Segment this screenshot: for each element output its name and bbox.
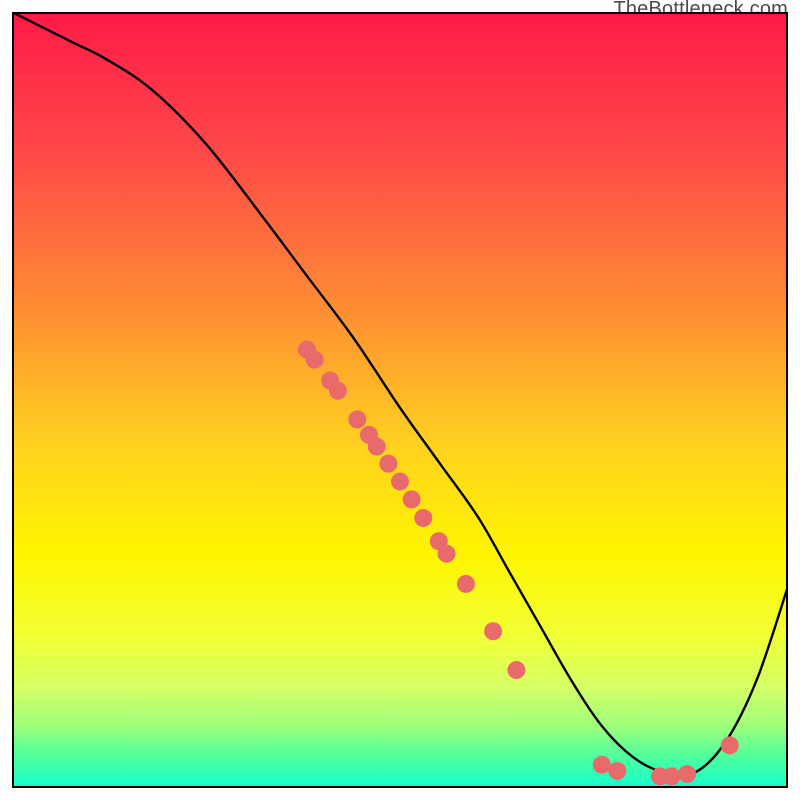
plot-gradient-background	[12, 12, 788, 788]
bottleneck-chart: TheBottleneck.com	[0, 0, 800, 800]
